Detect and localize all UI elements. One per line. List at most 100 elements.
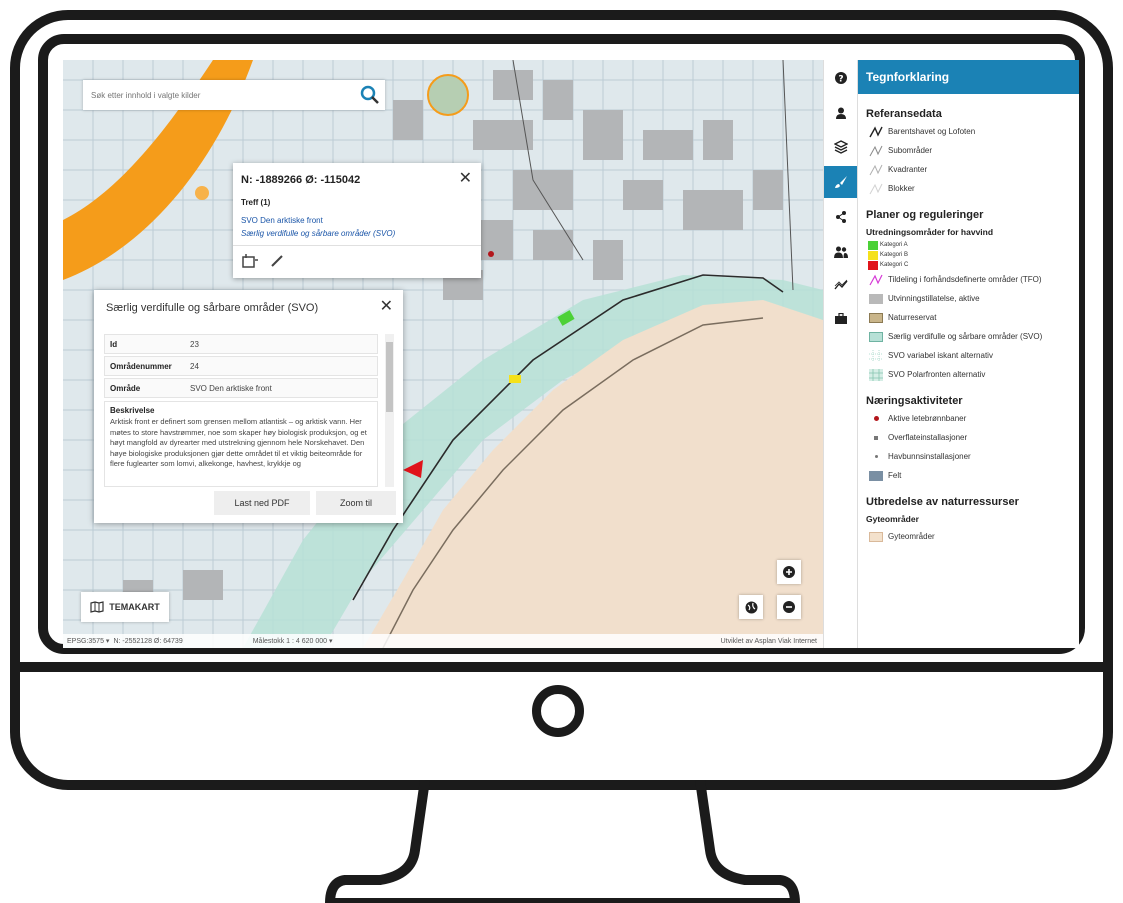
map-marker [195,186,209,200]
globe-button[interactable] [739,595,763,619]
help-icon: ? [835,72,847,84]
feature-info-panel: Særlig verdifulle og sårbare områder (SV… [94,290,403,523]
legend-item: Felt [858,466,1079,485]
scale-selector[interactable]: Målestokk 1 : 4 620 000 ▾ [253,637,333,645]
legend-item-label: Kvadranter [888,165,928,174]
legend-item: Overflateinstallasjoner [858,428,1079,447]
minus-icon [783,601,795,613]
legend-item: Tildeling i forhåndsdefinerte områder (T… [858,270,1079,289]
info-panel-close-icon[interactable]: ✕ [380,296,393,316]
share-icon [836,211,846,223]
legend-section-title: Utbredelse av naturressurser [866,496,1019,508]
legend-title: Tegnforklaring [858,60,1079,94]
attribute-key: Områdenummer [110,361,172,371]
description-label: Beskrivelse [110,406,155,415]
brush-icon [835,176,847,188]
edit-icon[interactable] [269,253,285,269]
legend-item: Barentshavet og Lofoten [858,122,1079,141]
legend-item-label: Aktive letebrønnbaner [888,414,967,423]
globe-icon [745,601,757,613]
info-panel-scrollbar[interactable] [385,334,394,487]
legend-item-label: Tildeling i forhåndsdefinerte områder (T… [888,275,1042,284]
zoom-to-button[interactable]: Zoom til [316,491,396,515]
briefcase-icon [835,312,847,324]
description-box: Beskrivelse Arktisk front er definert so… [104,401,378,487]
layers-button[interactable] [824,132,858,162]
download-pdf-button[interactable]: Last ned PDF [214,491,310,515]
legend-item-label: Felt [888,471,902,480]
legend-item: Kategori A [858,240,1079,250]
description-text: Arktisk front er definert som grensen me… [110,417,367,468]
attribute-key: Id [110,339,118,349]
chart-line-icon [834,279,848,290]
search-input[interactable] [83,80,369,110]
legend-item: Aktive letebrønnbaner [858,409,1079,428]
legend-item-label: Subområder [888,146,933,155]
popup-result-layer[interactable]: Særlig verdifulle og sårbare områder (SV… [241,229,395,238]
users-button[interactable] [824,237,858,267]
legend-item-label: Blokker [888,184,915,193]
layers-icon [834,140,848,154]
power-button [532,685,584,737]
legend-item: Særlig verdifulle og sårbare områder (SV… [858,327,1079,346]
legend-button[interactable] [824,166,858,198]
legend-item: Gyteområder [858,527,1079,546]
zoom-out-button[interactable] [777,595,801,619]
legend-item-label: Særlig verdifulle og sårbare områder (SV… [888,332,1043,341]
zoom-in-button[interactable] [777,560,801,584]
legend-section-title: Næringsaktiviteter [866,395,963,407]
toolbox-button[interactable] [824,303,858,333]
search-icon [360,85,379,104]
legend-item: Kategori C [858,260,1079,270]
legend-panel: Tegnforklaring Referansedata Barentshave… [857,60,1079,648]
legend-item-label: Naturreservat [888,313,937,322]
attribute-row: Områdenummer 24 [104,356,378,376]
credit-link[interactable]: Utviklet av Asplan Viak Internet [721,638,817,645]
legend-subsection-title: Utredningsområder for havvind [866,227,994,237]
projection-selector[interactable]: EPSG:3575 ▾ [67,637,109,645]
legend-item-label: Barentshavet og Lofoten [888,127,976,136]
popup-close-icon[interactable]: ✕ [459,168,472,188]
theme-map-button[interactable]: TEMAKART [81,592,169,622]
legend-item-label: Kategori A [880,242,908,248]
legend-item: SVO variabel iskant alternativ [858,346,1079,365]
info-panel-title: Særlig verdifulle og sårbare områder (SV… [106,302,319,314]
legend-item: Havbunnsinstallasjoner [858,447,1079,466]
popup-hit-count: Treff (1) [241,198,271,207]
popup-result-link[interactable]: SVO Den arktiske front [241,216,323,225]
attribute-row: Område SVO Den arktiske front [104,378,378,398]
zoom-to-feature-icon[interactable] [241,253,259,269]
measure-button[interactable] [824,270,858,300]
attribute-row: Id 23 [104,334,378,354]
search-box [83,80,385,110]
legend-item: Utvinningstillatelse, aktive [858,289,1079,308]
monitor-chin-divider [20,662,1103,672]
legend-item: Naturreservat [858,308,1079,327]
user-button[interactable] [824,98,858,128]
legend-item-label: Havbunnsinstallasjoner [888,452,971,461]
legend-item-label: Utvinningstillatelse, aktive [888,294,980,303]
search-button[interactable] [355,80,385,110]
attribute-value: SVO Den arktiske front [190,383,272,393]
legend-item: Blokker [858,179,1079,198]
share-button[interactable] [824,202,858,232]
theme-map-label: TEMAKART [109,602,160,612]
feature-popup: N: -1889266 Ø: -115042 ✕ Treff (1) SVO D… [233,163,481,278]
gis-app: N: -1889266 Ø: -115042 ✕ Treff (1) SVO D… [63,60,1079,648]
scrollbar-thumb[interactable] [386,342,393,412]
map-icon [90,601,104,613]
legend-item-label: Gyteområder [888,532,935,541]
legend-item: Kvadranter [858,160,1079,179]
legend-section-title: Referansedata [866,108,942,120]
help-button[interactable]: ? [824,63,858,93]
legend-item-label: SVO variabel iskant alternativ [888,351,993,360]
users-icon [834,246,848,258]
svg-text:?: ? [838,75,843,85]
legend-item: SVO Polarfronten alternativ [858,365,1079,384]
monitor-stand [324,780,801,903]
user-icon [836,107,846,119]
legend-item: Kategori B [858,250,1079,260]
legend-item: Subområder [858,141,1079,160]
cursor-coordinates: N: -2552128 Ø: 64739 [113,637,183,645]
attribute-value: 24 [190,361,199,371]
